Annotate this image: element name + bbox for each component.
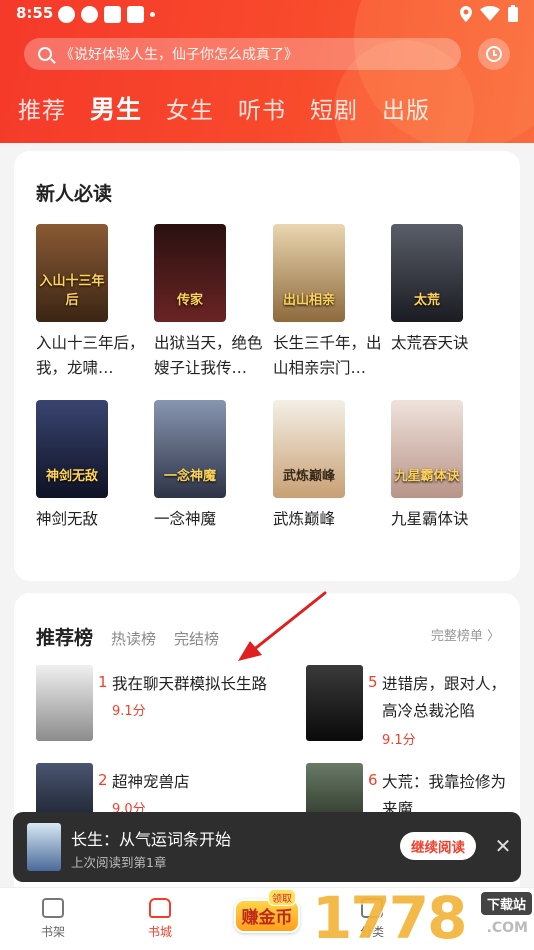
book-title: 一念神魔 xyxy=(154,510,217,528)
book-card[interactable]: 神剑无敌 神剑无敌 xyxy=(36,400,152,532)
watermark-digits: 1778 xyxy=(312,884,467,950)
watermark-domain: .COM xyxy=(486,920,528,936)
cover-text: 出山相亲 xyxy=(282,293,335,308)
tab-female[interactable]: 女生 xyxy=(166,91,214,125)
book-card[interactable]: 武炼巅峰 武炼巅峰 xyxy=(273,400,389,532)
book-cover: 出山相亲 xyxy=(273,224,345,322)
rank-number: 5 xyxy=(368,673,378,691)
book-title: 长生：从气运词条开始 xyxy=(71,830,232,849)
history-button[interactable] xyxy=(478,38,510,70)
tab-recommend-rank[interactable]: 推荐榜 xyxy=(36,623,93,650)
book-title: 武炼巅峰 xyxy=(273,510,336,528)
cover-text: 太荒 xyxy=(413,293,440,308)
book-cover: 一念神魔 xyxy=(154,400,226,498)
earn-coins-button[interactable]: 赚金币 领取 xyxy=(232,889,302,939)
tab-male[interactable]: 男生 xyxy=(90,90,142,126)
earn-badge: 领取 xyxy=(268,889,296,906)
rank-item[interactable]: 5 进错房，跟对人，高冷总裁沦陷 9.1分 xyxy=(306,665,520,748)
book-cover: 入山十三年后 xyxy=(36,224,108,322)
cover-text: 九星霸体诀 xyxy=(394,469,460,484)
book-card[interactable]: 一念神魔 一念神魔 xyxy=(154,400,270,532)
book-title: 进错房，跟对人，高冷总裁沦陷 xyxy=(382,675,507,720)
book-title: 超神宠兽店 xyxy=(112,773,190,791)
book-title: 出狱当天，绝色嫂子让我传… xyxy=(154,334,263,377)
book-score: 9.1分 xyxy=(382,733,416,748)
book-title: 太荒吞天诀 xyxy=(391,334,469,352)
nav-bookstore[interactable]: 书城 xyxy=(130,898,190,940)
book-card[interactable]: 传家 出狱当天，绝色嫂子让我传… xyxy=(154,224,270,381)
book-card[interactable]: 入山十三年后 入山十三年后，我，龙啸… xyxy=(36,224,152,381)
book-cover xyxy=(36,665,93,741)
book-title: 长生三千年，出山相亲宗门… xyxy=(273,334,382,377)
close-icon[interactable]: ✕ xyxy=(491,834,515,858)
book-card[interactable]: 九星霸体诀 九星霸体诀 xyxy=(391,400,507,532)
watermark-logo: 1778 下载站 .COM xyxy=(312,880,534,950)
app-notification-icon xyxy=(81,6,98,23)
location-icon xyxy=(460,5,472,22)
book-cover xyxy=(27,823,61,871)
system-icons xyxy=(460,5,518,22)
search-input[interactable]: 《说好体验人生，仙子你怎么成真了》 xyxy=(24,38,461,70)
tab-audiobook[interactable]: 听书 xyxy=(238,91,286,125)
more-notifications-dot xyxy=(150,12,155,17)
book-cover: 传家 xyxy=(154,224,226,322)
rank-number: 6 xyxy=(368,771,378,789)
status-time: 8:55 xyxy=(16,4,54,22)
book-score: 9.1分 xyxy=(112,704,146,719)
continue-reading-bar[interactable]: 长生：从气运词条开始 上次阅读到第1章 继续阅读 ✕ xyxy=(13,812,521,882)
tab-hot-rank[interactable]: 热读榜 xyxy=(111,628,156,649)
book-title: 入山十三年后，我，龙啸… xyxy=(36,334,145,377)
rank-item[interactable]: 1 我在聊天群模拟长生路 9.1分 xyxy=(36,665,276,745)
tab-recommend[interactable]: 推荐 xyxy=(18,91,66,125)
book-title: 神剑无敌 xyxy=(36,510,99,528)
nav-label: 书架 xyxy=(40,925,65,939)
book-title: 九星霸体诀 xyxy=(391,510,469,528)
wifi-icon xyxy=(480,6,500,21)
nav-label: 书城 xyxy=(147,925,172,939)
book-cover: 太荒 xyxy=(391,224,463,322)
bookshelf-icon xyxy=(42,898,64,918)
tab-short-drama[interactable]: 短剧 xyxy=(310,91,358,125)
nav-bookshelf[interactable]: 书架 xyxy=(23,898,83,940)
app-notification-icon xyxy=(104,6,121,23)
book-cover: 神剑无敌 xyxy=(36,400,108,498)
ranking-tabs: 推荐榜 热读榜 完结榜 xyxy=(36,623,237,650)
cover-text: 传家 xyxy=(176,293,203,308)
book-card[interactable]: 太荒 太荒吞天诀 xyxy=(391,224,507,356)
battery-icon xyxy=(508,5,518,22)
cover-text: 武炼巅峰 xyxy=(282,469,335,484)
book-card[interactable]: 出山相亲 长生三千年，出山相亲宗门… xyxy=(273,224,389,381)
book-title: 我在聊天群模拟长生路 xyxy=(112,675,268,693)
annotation-arrow-icon xyxy=(238,591,327,661)
clock-icon xyxy=(486,46,502,62)
book-cover xyxy=(306,665,363,741)
rank-number: 2 xyxy=(98,771,108,789)
search-icon xyxy=(38,47,52,61)
home-icon xyxy=(149,898,171,918)
rank-number: 1 xyxy=(98,673,108,691)
tab-publishing[interactable]: 出版 xyxy=(382,91,430,125)
newbie-section: 新人必读 入山十三年后 入山十三年后，我，龙啸… 传家 出狱当天，绝色嫂子让我传… xyxy=(14,151,520,581)
cover-text: 入山十三年后 xyxy=(39,274,105,308)
category-tabs: 推荐 男生 女生 听书 短剧 出版 xyxy=(18,90,454,126)
book-grid: 入山十三年后 入山十三年后，我，龙啸… 传家 出狱当天，绝色嫂子让我传… 出山相… xyxy=(14,151,520,581)
last-read-chapter: 上次阅读到第1章 xyxy=(71,855,167,870)
cover-text: 一念神魔 xyxy=(163,469,216,484)
watermark-download: 下载站 xyxy=(480,892,532,915)
app-notification-icon xyxy=(58,6,75,23)
continue-reading-button[interactable]: 继续阅读 xyxy=(400,832,476,860)
book-cover: 武炼巅峰 xyxy=(273,400,345,498)
tab-finished-rank[interactable]: 完结榜 xyxy=(174,628,219,649)
full-list-link[interactable]: 完整榜单 〉 xyxy=(431,625,500,644)
app-notification-icon xyxy=(127,6,144,23)
cover-text: 神剑无敌 xyxy=(45,469,98,484)
app-header: 8:55 《说好体验人生，仙子你怎么成真了》 推荐 男生 女生 听书 短剧 出版 xyxy=(0,0,534,143)
search-placeholder: 《说好体验人生，仙子你怎么成真了》 xyxy=(60,47,298,63)
notification-icons xyxy=(58,6,155,23)
book-cover: 九星霸体诀 xyxy=(391,400,463,498)
status-bar: 8:55 xyxy=(0,0,534,30)
